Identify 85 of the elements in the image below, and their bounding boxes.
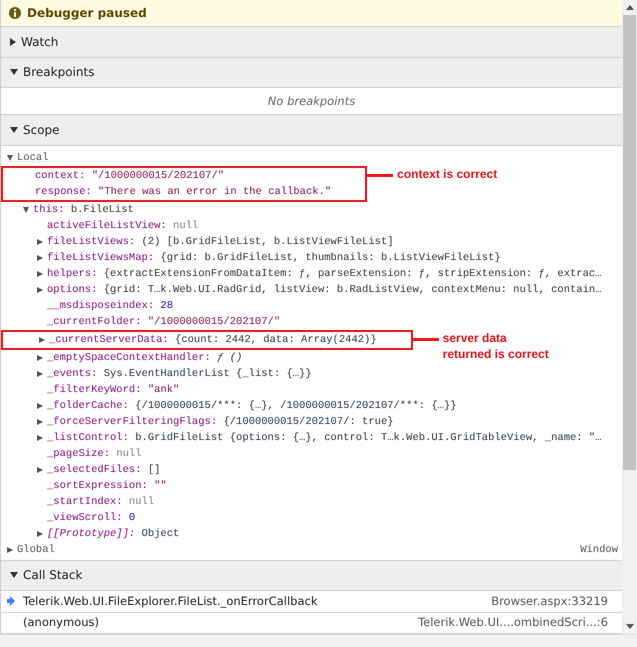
collapse-arrow-icon[interactable]	[23, 206, 29, 213]
property-value: 0	[128, 510, 136, 526]
property-name: fileListViewsMap:	[47, 250, 154, 266]
scope-name[interactable]: Global	[17, 542, 55, 558]
scope-value: Window	[580, 542, 618, 558]
property-name: _viewScroll:	[47, 510, 123, 526]
property-value: {grid: b.GridFileList, thumbnails: b.ListViewFileList}	[160, 250, 501, 266]
expand-arrow-icon[interactable]	[7, 546, 13, 553]
property-name: helpers:	[47, 266, 98, 282]
property-name: _currentServerData:	[49, 332, 169, 348]
property-name: _events:	[47, 366, 98, 382]
property-name: _listControl:	[47, 430, 129, 446]
property-name: _currentFolder:	[47, 314, 142, 330]
annotation-text: context is correct	[397, 166, 498, 182]
property-value: {grid: T…k.Web.UI.RadGrid, listView: b.RadListView, contextMenu: null, contain…	[104, 282, 602, 298]
expand-arrow-icon[interactable]	[37, 270, 43, 277]
property-value: {/1000000015/***: {…}, /1000000015/202107/***: {…}}	[135, 398, 457, 414]
section-header[interactable]: Call Stack	[1, 560, 622, 591]
property-value: null	[173, 218, 198, 234]
call-frame[interactable]: Telerik.Web.UI.FileExplorer.FileList._onErrorCallback Browser.aspx:33219	[1, 591, 622, 613]
property-value: "ank"	[148, 382, 180, 398]
scrollbar[interactable]	[622, 0, 637, 634]
property-value: b.GridFileList {options: {…}, control: T…k.Web.UI.GridTableView, _name: "…	[135, 430, 602, 446]
property-value: ƒ ()	[217, 350, 242, 366]
property-value: "/1000000015/202107/"	[92, 168, 224, 184]
property-value: {/1000000015/202107/: true}	[223, 414, 394, 430]
section-title: Scope	[23, 122, 60, 140]
property-value: "There was an error in the callback."	[98, 184, 332, 200]
property-name: activeFileListView:	[47, 218, 167, 234]
property-value: Sys.EventHandlerList {_list: {…}}	[104, 366, 312, 382]
property-name: _folderCache:	[47, 398, 129, 414]
annotation-text: returned is correct	[442, 346, 549, 362]
annotation-text: server data	[442, 330, 508, 346]
property-value: b.FileList	[70, 202, 134, 218]
expand-arrow-icon[interactable]	[10, 38, 16, 46]
section-title: Call Stack	[23, 567, 82, 584]
property-value: Object	[142, 526, 180, 542]
property-value: []	[148, 462, 160, 478]
expand-arrow-icon[interactable]	[37, 370, 43, 377]
expand-arrow-icon[interactable]	[39, 336, 45, 343]
current-frame-arrow-icon	[7, 596, 15, 606]
property-name: _startIndex:	[47, 494, 123, 510]
property-name: _selectedFiles:	[47, 462, 142, 478]
property-name: _emptySpaceContextHandler:	[47, 350, 211, 366]
expand-arrow-icon[interactable]	[37, 286, 43, 293]
expand-arrow-icon[interactable]	[37, 354, 43, 361]
property-name: fileListViews:	[47, 234, 136, 250]
expand-arrow-icon[interactable]	[37, 466, 43, 473]
property-value: "/1000000015/202107/"	[148, 314, 280, 330]
property-value: 28	[160, 298, 174, 314]
collapse-arrow-icon[interactable]	[10, 572, 18, 578]
property-name: response:	[35, 184, 92, 200]
property-value: {count: 2442, data: Array(2442)}	[175, 332, 377, 348]
info-icon	[9, 7, 21, 20]
expand-arrow-icon[interactable]	[37, 434, 43, 441]
expand-arrow-icon[interactable]	[37, 418, 43, 425]
expand-arrow-icon[interactable]	[37, 530, 43, 537]
banner-text: Debugger paused	[27, 5, 147, 22]
collapse-arrow-icon[interactable]	[10, 127, 18, 134]
scrollbar-thumb[interactable]	[623, 15, 636, 470]
property-value: null	[128, 494, 154, 510]
property-name: this:	[33, 202, 65, 218]
property-name: _filterKeyWord:	[47, 382, 142, 398]
property-value: null	[116, 446, 142, 462]
expand-arrow-icon[interactable]	[37, 238, 43, 245]
section-header[interactable]: Breakpoints	[1, 58, 622, 88]
property-name: options:	[47, 282, 98, 298]
property-value: {extractExtensionFromDataItem: ƒ, parseExtension: ƒ, stripExtension: ƒ, extrac…	[104, 266, 602, 282]
property-name: _pageSize:	[47, 446, 110, 462]
scope-name[interactable]: Local	[17, 150, 49, 166]
property-name: _sortExpression:	[47, 478, 148, 494]
property-name: [[Prototype]]:	[47, 526, 136, 542]
collapse-arrow-icon[interactable]	[10, 69, 18, 76]
property-name: __msdisposeindex:	[47, 298, 154, 314]
expand-arrow-icon[interactable]	[37, 254, 43, 261]
property-name: _forceServerFilteringFlags:	[47, 414, 218, 430]
property-value: (2) [b.GridFileList, b.ListViewFileList]	[142, 234, 394, 250]
collapse-arrow-icon[interactable]	[7, 154, 13, 161]
expand-arrow-icon[interactable]	[37, 402, 43, 409]
property-value: ""	[154, 478, 167, 494]
section-header[interactable]: Watch	[1, 27, 622, 58]
section-header[interactable]: Scope	[1, 115, 622, 146]
property-name: context:	[35, 168, 86, 184]
section-title: Watch	[21, 34, 58, 52]
section-title: Breakpoints	[23, 64, 94, 82]
